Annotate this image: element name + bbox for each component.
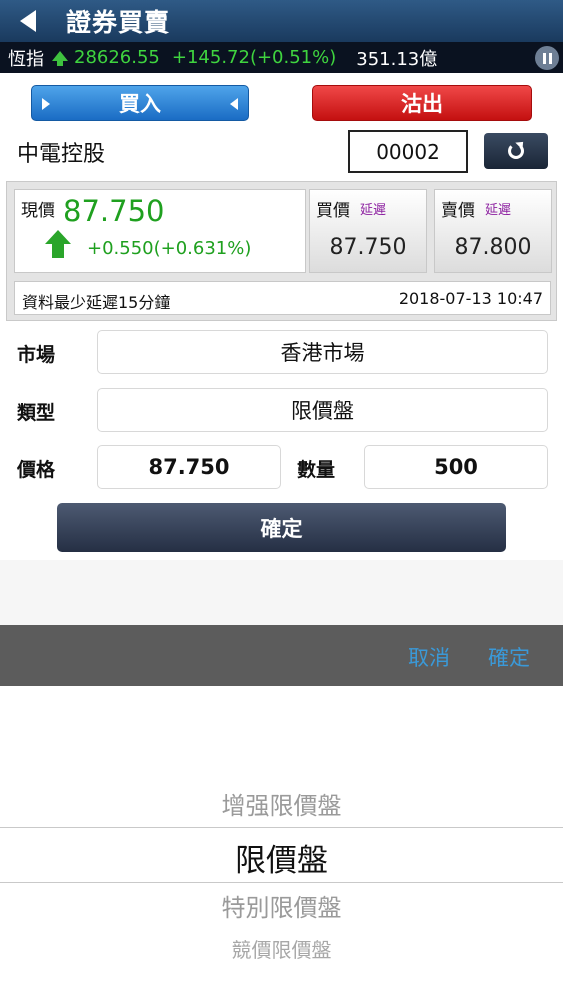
index-ticker: 恆指 28626.55 +145.72(+0.51%) 351.13億 <box>0 42 563 73</box>
buy-label: 買入 <box>119 92 161 116</box>
top-bar: 證券買賣 <box>0 0 563 42</box>
stock-code-input[interactable]: 00002 <box>348 130 468 173</box>
stock-name: 中電控股 <box>17 142 106 167</box>
bid-value: 87.750 <box>329 235 407 260</box>
picker-toolbar: 取消 確定 <box>0 625 563 686</box>
price-label: 價格 <box>17 459 56 481</box>
back-button[interactable] <box>0 0 56 42</box>
bid-label: 買價 <box>316 201 350 221</box>
type-label: 類型 <box>17 402 56 424</box>
market-label: 市場 <box>17 344 56 366</box>
up-arrow-icon <box>52 50 68 66</box>
refresh-icon <box>508 143 524 159</box>
current-price-value: 87.750 <box>63 194 165 228</box>
picker-divider-top <box>0 827 563 828</box>
quantity-input[interactable]: 500 <box>364 445 548 489</box>
delay-note: 資料最少延遲15分鐘 <box>22 293 171 312</box>
arrow-right-icon <box>42 98 50 110</box>
market-select[interactable]: 香港市場 <box>97 330 548 374</box>
confirm-order-button[interactable]: 確定 <box>57 503 506 552</box>
index-change: +145.72(+0.51%) <box>171 47 337 68</box>
picker-option-selected[interactable]: 限價盤 <box>0 835 563 880</box>
picker-option[interactable]: 增强限價盤 <box>0 786 563 821</box>
current-price-box: 現價 87.750 +0.550(+0.631%) <box>14 189 306 273</box>
picker-divider-bottom <box>0 882 563 883</box>
bid-price-box: 買價 延遲 87.750 <box>309 189 427 273</box>
index-turnover: 351.13億 <box>356 48 438 70</box>
quote-timestamp: 2018-07-13 10:47 <box>398 289 543 308</box>
ask-price-box: 賣價 延遲 87.800 <box>434 189 552 273</box>
order-type-picker[interactable]: 增强限價盤 限價盤 特別限價盤 競價限價盤 <box>0 686 563 1000</box>
pause-button[interactable] <box>535 46 559 70</box>
price-change: +0.550(+0.631%) <box>87 238 252 259</box>
arrow-left-icon <box>230 98 238 110</box>
order-type-select[interactable]: 限價盤 <box>97 388 548 432</box>
picker-cancel-button[interactable]: 取消 <box>408 642 450 672</box>
buy-tab-button[interactable]: 買入 <box>31 85 249 121</box>
quote-panel: 現價 87.750 +0.550(+0.631%) 買價 延遲 87.750 賣… <box>6 181 557 321</box>
price-input[interactable]: 87.750 <box>97 445 281 489</box>
ask-value: 87.800 <box>454 235 532 260</box>
bid-delay-badge: 延遲 <box>360 203 387 218</box>
index-value: 28626.55 <box>74 47 160 68</box>
picker-backdrop <box>0 560 563 625</box>
back-arrow-icon <box>20 10 36 32</box>
current-price-label: 現價 <box>21 201 55 221</box>
ask-delay-badge: 延遲 <box>485 203 512 218</box>
sell-label: 沽出 <box>401 92 443 116</box>
price-up-arrow-icon <box>45 230 71 260</box>
quantity-label: 數量 <box>297 459 336 481</box>
pause-icon <box>542 52 546 64</box>
page-title: 證券買賣 <box>66 8 171 37</box>
index-name: 恆指 <box>8 48 44 70</box>
picker-done-button[interactable]: 確定 <box>488 642 530 672</box>
delay-note-bar: 資料最少延遲15分鐘 2018-07-13 10:47 <box>14 281 551 315</box>
picker-option[interactable]: 特別限價盤 <box>0 888 563 923</box>
ask-label: 賣價 <box>441 201 475 221</box>
refresh-button[interactable] <box>484 133 548 169</box>
sell-tab-button[interactable]: 沽出 <box>312 85 532 121</box>
picker-option[interactable]: 競價限價盤 <box>0 934 563 963</box>
